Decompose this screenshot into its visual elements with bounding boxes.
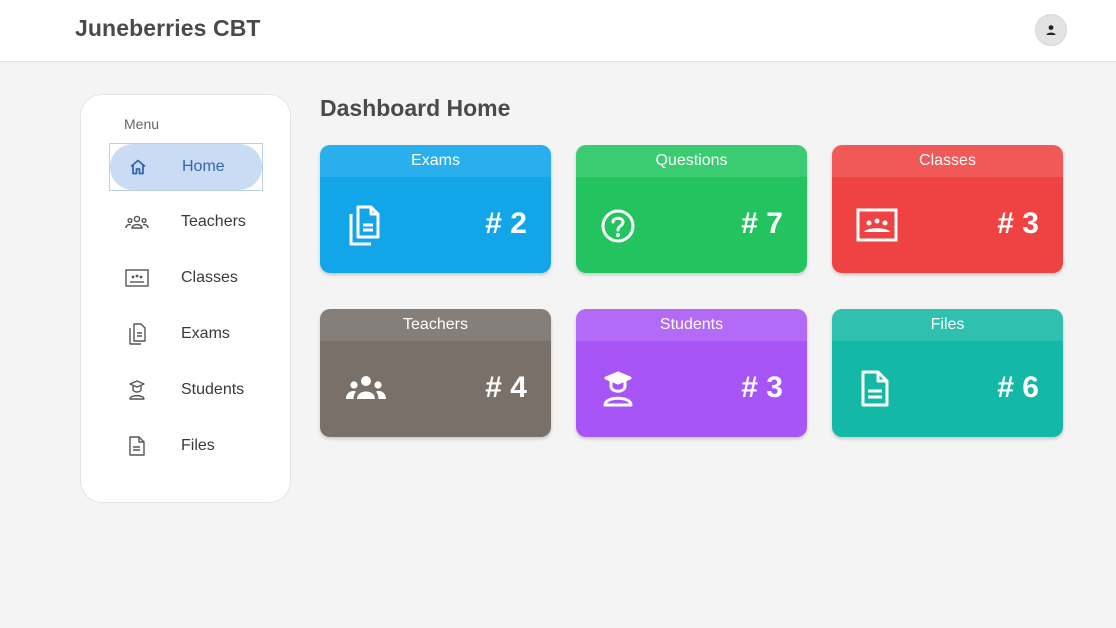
card-count: # 7 xyxy=(741,207,783,240)
card-count: # 3 xyxy=(741,371,783,404)
top-bar: Juneberries CBT xyxy=(0,0,1116,62)
card-title: Classes xyxy=(832,145,1063,177)
card-body: # 6 xyxy=(832,341,1063,437)
menu-label: Menu xyxy=(124,116,160,132)
classroom-icon xyxy=(856,203,898,247)
sidebar-item-teachers[interactable]: Teachers xyxy=(109,198,263,246)
files-card[interactable]: Files # 6 xyxy=(832,309,1063,437)
card-count: # 3 xyxy=(997,207,1039,240)
card-body: # 2 xyxy=(320,177,551,273)
sidebar-menu: Menu Home Teachers Classes Exams Student… xyxy=(80,94,291,503)
card-body: # 7 xyxy=(576,177,807,273)
students-card[interactable]: Students # 3 xyxy=(576,309,807,437)
sidebar-item-classes[interactable]: Classes xyxy=(109,254,263,302)
file-icon xyxy=(109,435,165,457)
user-avatar-button[interactable] xyxy=(1035,14,1067,46)
student-icon xyxy=(600,367,640,411)
question-circle-icon xyxy=(600,203,640,247)
card-count: # 2 xyxy=(485,207,527,240)
card-body: # 3 xyxy=(576,341,807,437)
sidebar-item-label: Home xyxy=(182,158,225,175)
sidebar-item-label: Exams xyxy=(181,325,230,342)
card-count: # 4 xyxy=(485,371,527,404)
exams-card[interactable]: Exams # 2 xyxy=(320,145,551,273)
card-title: Teachers xyxy=(320,309,551,341)
card-title: Students xyxy=(576,309,807,341)
app-title[interactable]: Juneberries CBT xyxy=(75,15,261,42)
card-body: # 3 xyxy=(832,177,1063,273)
classroom-icon xyxy=(109,268,165,288)
documents-icon xyxy=(109,322,165,346)
page-title: Dashboard Home xyxy=(320,95,511,121)
sidebar-item-label: Students xyxy=(181,381,245,398)
group-icon xyxy=(344,367,386,411)
home-icon xyxy=(110,157,166,177)
card-body: # 4 xyxy=(320,341,551,437)
sidebar-item-files[interactable]: Files xyxy=(109,422,263,470)
sidebar-item-home[interactable]: Home xyxy=(109,143,263,191)
card-title: Files xyxy=(832,309,1063,341)
file-icon xyxy=(856,367,896,411)
teachers-card[interactable]: Teachers # 4 xyxy=(320,309,551,437)
card-title: Exams xyxy=(320,145,551,177)
person-icon xyxy=(1046,25,1056,35)
classes-card[interactable]: Classes # 3 xyxy=(832,145,1063,273)
documents-icon xyxy=(344,203,384,247)
questions-card[interactable]: Questions # 7 xyxy=(576,145,807,273)
group-icon xyxy=(109,214,165,230)
sidebar-item-label: Files xyxy=(181,437,215,454)
sidebar-item-label: Teachers xyxy=(181,213,246,230)
student-icon xyxy=(109,379,165,401)
sidebar-item-label: Classes xyxy=(181,269,238,286)
card-title: Questions xyxy=(576,145,807,177)
sidebar-item-exams[interactable]: Exams xyxy=(109,310,263,358)
card-count: # 6 xyxy=(997,371,1039,404)
sidebar-item-students[interactable]: Students xyxy=(109,366,263,414)
